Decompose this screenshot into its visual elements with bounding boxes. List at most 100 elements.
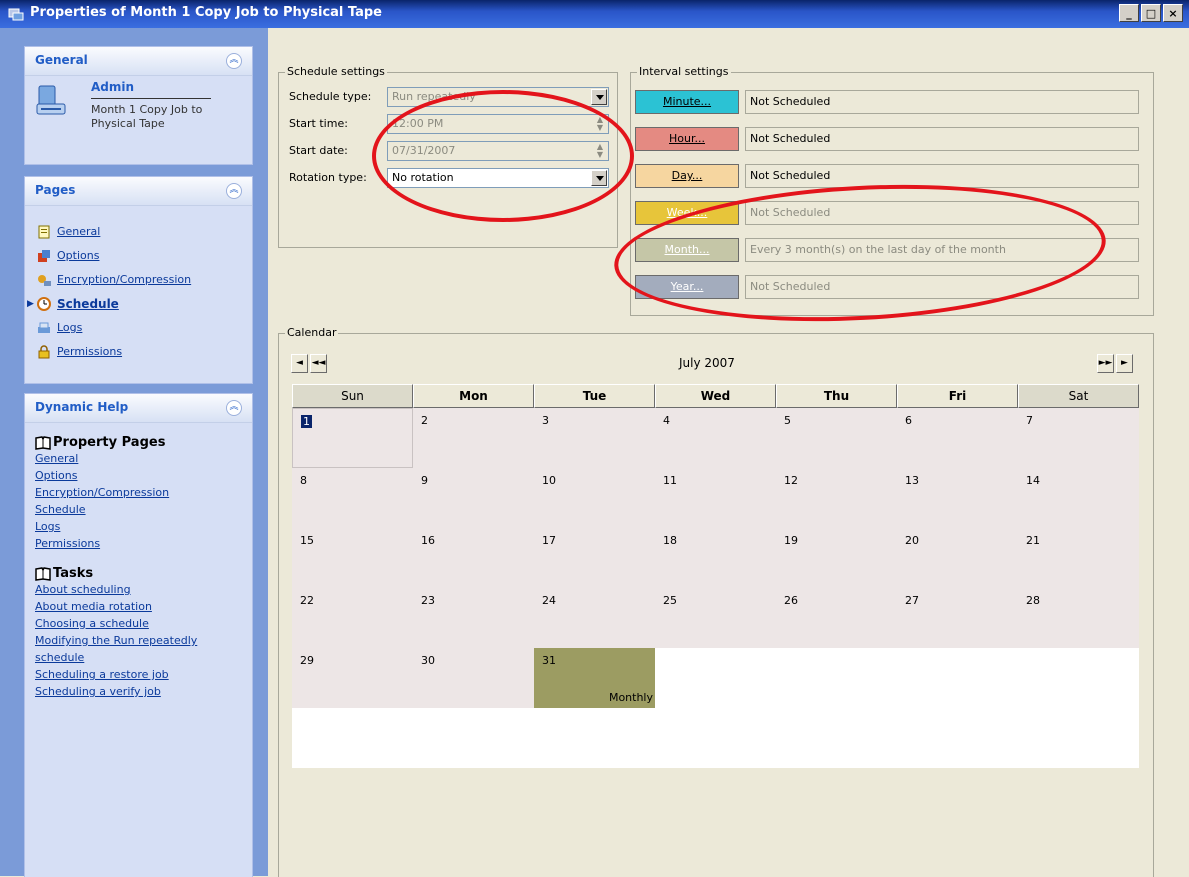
calendar-day[interactable]: 28 <box>1018 588 1139 648</box>
help-link-options[interactable]: Options <box>35 467 252 484</box>
calendar-day[interactable]: 15 <box>292 528 413 588</box>
help-link-general[interactable]: General <box>35 450 252 467</box>
help-link-permissions[interactable]: Permissions <box>35 535 252 552</box>
calendar-day-number: 4 <box>663 414 670 427</box>
calendar-day-number: 24 <box>542 594 556 607</box>
prev-year-button[interactable]: ◄◄ <box>310 354 327 373</box>
calendar-day-number: 29 <box>300 654 314 667</box>
calendar-day[interactable]: 11 <box>655 468 776 528</box>
day-button[interactable]: Day... <box>635 164 739 188</box>
start-date-label: Start date: <box>289 144 348 157</box>
spin-arrows-icon[interactable]: ▲ ▼ <box>593 116 607 132</box>
title-bar: Properties of Month 1 Copy Job to Physic… <box>0 0 1189 28</box>
dynamic-help-header[interactable]: Dynamic Help ︽ <box>25 394 252 423</box>
calendar-day[interactable]: 9 <box>413 468 534 528</box>
close-button[interactable]: × <box>1163 4 1183 22</box>
calendar-day[interactable]: 4 <box>655 408 776 468</box>
calendar-empty-area <box>292 708 1139 768</box>
left-pane: General ︽ Admin Month 1 Copy Job to Phys… <box>0 28 268 877</box>
pages-panel-header[interactable]: Pages ︽ <box>25 177 252 206</box>
hour-value: Not Scheduled <box>745 127 1139 151</box>
calendar-day[interactable]: 18 <box>655 528 776 588</box>
help-link-encryption[interactable]: Encryption/Compression <box>35 484 252 501</box>
spin-arrows-icon[interactable]: ▲ ▼ <box>593 143 607 159</box>
calendar-day[interactable]: 10 <box>534 468 655 528</box>
calendar-day-number: 20 <box>905 534 919 547</box>
collapse-icon[interactable]: ︽ <box>226 53 242 69</box>
calendar-day[interactable]: 12 <box>776 468 897 528</box>
next-month-button[interactable]: ► <box>1116 354 1133 373</box>
minute-button[interactable]: Minute... <box>635 90 739 114</box>
week-button[interactable]: Week... <box>635 201 739 225</box>
calendar-day[interactable]: 5 <box>776 408 897 468</box>
start-date-input[interactable]: 07/31/2007 ▲ ▼ <box>387 141 609 161</box>
page-link-logs[interactable]: Logs <box>33 316 252 340</box>
calendar-day[interactable]: 6 <box>897 408 1018 468</box>
calendar-day[interactable]: 24 <box>534 588 655 648</box>
calendar-day-number: 12 <box>784 474 798 487</box>
help-link-about-media-rotation[interactable]: About media rotation <box>35 598 252 615</box>
dropdown-arrow-icon[interactable] <box>591 170 607 186</box>
page-link-options[interactable]: Options <box>33 244 252 268</box>
schedule-type-select[interactable]: Run repeatedly <box>387 87 609 107</box>
page-link-schedule[interactable]: ▶ Schedule <box>27 292 252 316</box>
calendar-day[interactable]: 31 Monthly <box>534 648 655 708</box>
weekday-header: Sun <box>292 384 413 408</box>
help-link-about-scheduling[interactable]: About scheduling <box>35 581 252 598</box>
help-link-choosing-schedule[interactable]: Choosing a schedule <box>35 615 252 632</box>
calendar-day[interactable]: 22 <box>292 588 413 648</box>
page-link-encryption[interactable]: Encryption/Compression <box>33 268 252 292</box>
calendar-day[interactable]: 2 <box>413 408 534 468</box>
collapse-icon[interactable]: ︽ <box>226 183 242 199</box>
help-link-schedule[interactable]: Schedule <box>35 501 252 518</box>
general-panel-header[interactable]: General ︽ <box>25 47 252 76</box>
calendar-day[interactable]: 13 <box>897 468 1018 528</box>
clock-icon <box>37 297 51 311</box>
calendar-day[interactable]: 30 <box>413 648 534 708</box>
help-link-scheduling-verify[interactable]: Scheduling a verify job <box>35 683 252 700</box>
page-link-permissions[interactable]: Permissions <box>33 340 252 364</box>
month-button[interactable]: Month... <box>635 238 739 262</box>
calendar-day[interactable]: 26 <box>776 588 897 648</box>
next-year-button[interactable]: ►► <box>1097 354 1114 373</box>
calendar-day[interactable]: 29 <box>292 648 413 708</box>
prev-month-button[interactable]: ◄ <box>291 354 308 373</box>
book-icon <box>35 435 51 450</box>
rotation-type-select[interactable]: No rotation <box>387 168 609 188</box>
calendar-day-number: 13 <box>905 474 919 487</box>
page-icon <box>38 225 50 239</box>
help-link-modifying-run-repeatedly[interactable]: Modifying the Run repeatedly schedule <box>35 632 220 666</box>
calendar-day[interactable]: 7 <box>1018 408 1139 468</box>
calendar-day[interactable]: 20 <box>897 528 1018 588</box>
calendar-day-number: 2 <box>421 414 428 427</box>
calendar-day-number: 1 <box>301 415 312 428</box>
calendar-day[interactable]: 1 <box>292 408 413 468</box>
week-value: Not Scheduled <box>745 201 1139 225</box>
calendar-day[interactable]: 19 <box>776 528 897 588</box>
collapse-icon[interactable]: ︽ <box>226 400 242 416</box>
hour-button[interactable]: Hour... <box>635 127 739 151</box>
calendar-event-label: Monthly <box>608 691 653 704</box>
options-icon <box>38 250 50 262</box>
help-section-tasks: Tasks <box>35 566 252 581</box>
calendar-day[interactable]: 16 <box>413 528 534 588</box>
calendar-day[interactable]: 21 <box>1018 528 1139 588</box>
weekday-header: Sat <box>1018 384 1139 408</box>
calendar-day-number: 25 <box>663 594 677 607</box>
maximize-button[interactable]: □ <box>1141 4 1161 22</box>
calendar-day[interactable]: 17 <box>534 528 655 588</box>
calendar-day[interactable]: 23 <box>413 588 534 648</box>
year-button[interactable]: Year... <box>635 275 739 299</box>
calendar-day-number: 23 <box>421 594 435 607</box>
help-link-scheduling-restore[interactable]: Scheduling a restore job <box>35 666 252 683</box>
calendar-day[interactable]: 3 <box>534 408 655 468</box>
help-link-logs[interactable]: Logs <box>35 518 252 535</box>
calendar-day[interactable]: 8 <box>292 468 413 528</box>
start-time-input[interactable]: 12:00 PM ▲ ▼ <box>387 114 609 134</box>
page-link-general[interactable]: General <box>33 220 252 244</box>
calendar-day[interactable]: 14 <box>1018 468 1139 528</box>
minimize-button[interactable]: _ <box>1119 4 1139 22</box>
calendar-day[interactable]: 27 <box>897 588 1018 648</box>
calendar-day[interactable]: 25 <box>655 588 776 648</box>
dropdown-arrow-icon[interactable] <box>591 89 607 105</box>
